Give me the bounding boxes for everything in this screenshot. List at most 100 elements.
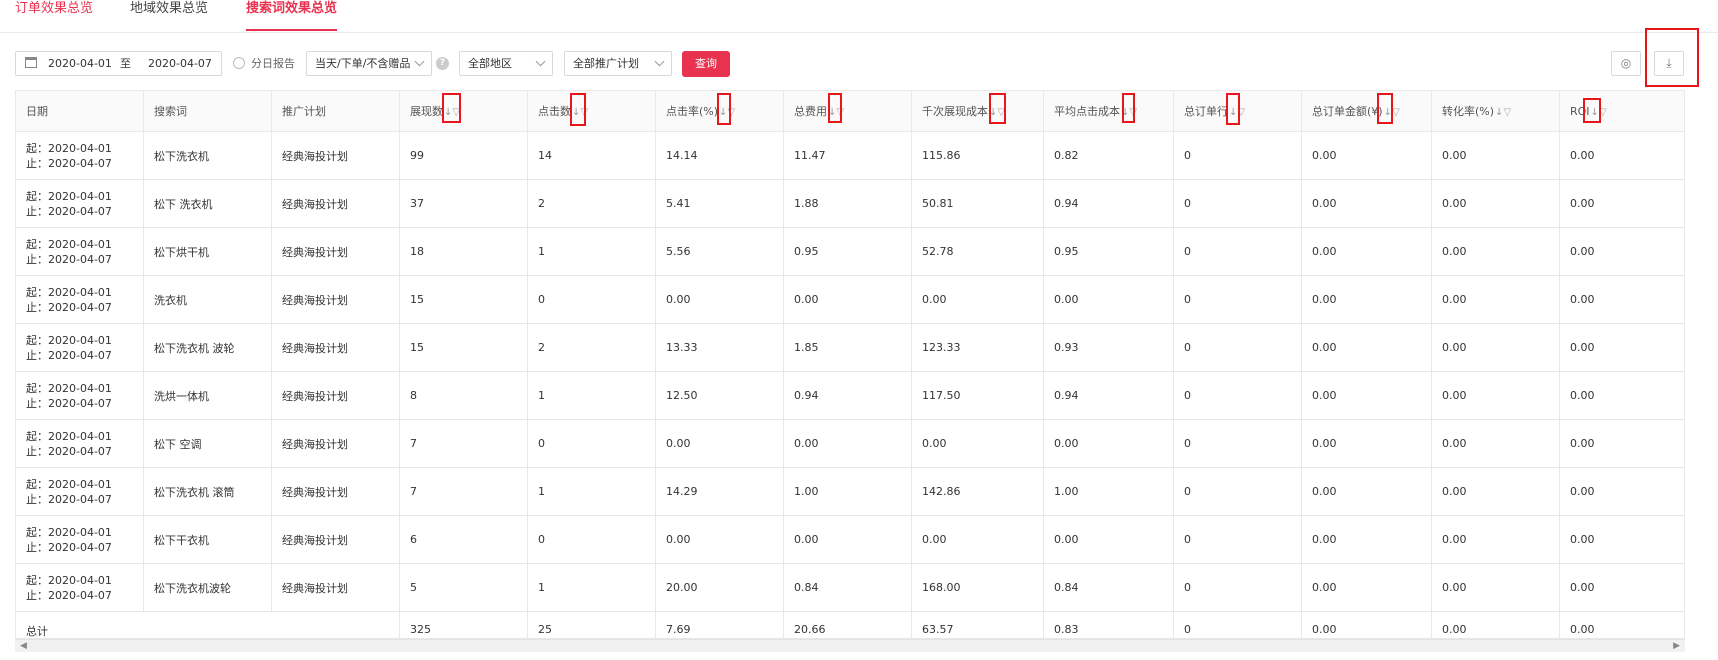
plan-value: 全部推广计划 bbox=[573, 57, 639, 70]
cell-total-cost: 0.84 bbox=[783, 563, 912, 612]
settings-icon[interactable]: ◎ bbox=[1611, 51, 1641, 76]
total-cpm: 63.57 bbox=[911, 611, 1044, 638]
table-row: 起：2020-04-01止：2020-04-07 松下干衣机 经典海投计划 6 0 0.0… bbox=[16, 515, 1684, 564]
chevron-down-icon bbox=[414, 56, 425, 67]
table-row: 起：2020-04-01止：2020-04-07 松下洗衣机 波轮 经典海投计划 15… bbox=[16, 323, 1684, 372]
cell-clicks: 14 bbox=[527, 131, 656, 180]
cell-cpc: 0.93 bbox=[1043, 323, 1174, 372]
cell-total-cost: 1.88 bbox=[783, 179, 912, 228]
col-header-roi[interactable]: ROI↓▽ bbox=[1559, 91, 1684, 132]
cell-total-cost: 0.00 bbox=[783, 419, 912, 468]
cell-order-amount: 0.00 bbox=[1301, 179, 1432, 228]
filter-icon[interactable]: ▽ bbox=[1237, 107, 1245, 118]
sort-icon[interactable]: ↓ bbox=[1384, 107, 1392, 118]
cell-cpc: 0.95 bbox=[1043, 227, 1174, 276]
cell-keyword: 松下洗衣机 bbox=[143, 131, 272, 180]
filter-icon[interactable]: ▽ bbox=[1599, 107, 1607, 118]
cell-cpm: 117.50 bbox=[911, 371, 1044, 420]
col-header-order-lines[interactable]: 总订单行↓▽ bbox=[1173, 91, 1302, 132]
table-row: 起：2020-04-01止：2020-04-07 洗衣机 经典海投计划 15 0 0.00… bbox=[16, 275, 1684, 324]
cell-plan: 经典海投计划 bbox=[271, 419, 400, 468]
col-header-cpm[interactable]: 千次展现成本↓▽ bbox=[911, 91, 1044, 132]
cell-cpc: 0.00 bbox=[1043, 515, 1174, 564]
plan-select[interactable]: 全部推广计划 bbox=[564, 51, 672, 76]
region-select[interactable]: 全部地区 bbox=[459, 51, 553, 76]
cell-date: 起：2020-04-01止：2020-04-07 bbox=[16, 371, 144, 420]
table-row: 起：2020-04-01止：2020-04-07 松下洗衣机 经典海投计划 99 14 1… bbox=[16, 131, 1684, 180]
cell-plan: 经典海投计划 bbox=[271, 275, 400, 324]
cell-order-lines: 0 bbox=[1173, 227, 1302, 276]
help-icon[interactable]: ? bbox=[436, 57, 449, 70]
cell-conversion: 0.00 bbox=[1431, 371, 1560, 420]
filter-icon[interactable]: ▽ bbox=[1503, 107, 1511, 118]
cell-impressions: 99 bbox=[399, 131, 528, 180]
cell-order-lines: 0 bbox=[1173, 371, 1302, 420]
scroll-left-icon[interactable]: ◀ bbox=[20, 641, 27, 651]
cell-total-cost: 1.00 bbox=[783, 467, 912, 516]
cell-order-lines: 0 bbox=[1173, 323, 1302, 372]
sort-icon[interactable]: ↓ bbox=[1591, 107, 1599, 118]
filter-icon[interactable]: ▽ bbox=[836, 107, 844, 118]
download-icon[interactable]: ⤓ bbox=[1654, 51, 1684, 76]
filter-icon[interactable]: ▽ bbox=[727, 107, 735, 118]
cell-cpm: 123.33 bbox=[911, 323, 1044, 372]
cell-order-lines: 0 bbox=[1173, 563, 1302, 612]
col-header-conversion[interactable]: 转化率(%)↓▽ bbox=[1431, 91, 1560, 132]
cell-roi: 0.00 bbox=[1559, 227, 1684, 276]
horizontal-scrollbar[interactable]: ◀ ▶ bbox=[15, 639, 1685, 652]
cell-keyword: 松下洗衣机 波轮 bbox=[143, 323, 272, 372]
cell-order-lines: 0 bbox=[1173, 467, 1302, 516]
table-row: 起：2020-04-01止：2020-04-07 松下洗衣机波轮 经典海投计划 5 1 2… bbox=[16, 563, 1684, 612]
cell-plan: 经典海投计划 bbox=[271, 131, 400, 180]
table-row: 起：2020-04-01止：2020-04-07 松下 洗衣机 经典海投计划 37 2 5… bbox=[16, 179, 1684, 228]
cell-date: 起：2020-04-01止：2020-04-07 bbox=[16, 323, 144, 372]
cell-keyword: 松下烘干机 bbox=[143, 227, 272, 276]
filter-icon[interactable]: ▽ bbox=[1129, 107, 1137, 118]
cell-plan: 经典海投计划 bbox=[271, 323, 400, 372]
cell-plan: 经典海投计划 bbox=[271, 515, 400, 564]
cell-order-amount: 0.00 bbox=[1301, 227, 1432, 276]
region-value: 全部地区 bbox=[468, 57, 512, 70]
col-header-total-cost[interactable]: 总费用↓▽ bbox=[783, 91, 912, 132]
scroll-right-icon[interactable]: ▶ bbox=[1673, 641, 1680, 651]
filter-icon[interactable]: ▽ bbox=[997, 107, 1005, 118]
cell-ctr: 14.14 bbox=[655, 131, 784, 180]
order-type-value: 当天/下单/不含赠品 bbox=[315, 57, 411, 70]
cell-impressions: 18 bbox=[399, 227, 528, 276]
daily-report-radio[interactable] bbox=[233, 57, 245, 69]
col-header-ctr[interactable]: 点击率(%)↓▽ bbox=[655, 91, 784, 132]
col-header-clicks[interactable]: 点击数↓▽ bbox=[527, 91, 656, 132]
cell-order-amount: 0.00 bbox=[1301, 131, 1432, 180]
filter-icon[interactable]: ▽ bbox=[1392, 107, 1400, 118]
calendar-icon bbox=[25, 57, 37, 68]
date-range-picker[interactable]: 2020-04-01 至 2020-04-07 bbox=[15, 51, 222, 76]
cell-order-amount: 0.00 bbox=[1301, 467, 1432, 516]
cell-cpc: 0.00 bbox=[1043, 419, 1174, 468]
table-header-row: 日期 搜索词 推广计划 展现数↓▽ 点击数↓▽ 点击率(%)↓▽ 总费用↓▽ 千… bbox=[16, 91, 1684, 132]
total-conversion: 0.00 bbox=[1431, 611, 1560, 638]
filter-icon[interactable]: ▽ bbox=[452, 107, 460, 118]
chevron-down-icon bbox=[654, 56, 665, 67]
col-header-cpc[interactable]: 平均点击成本↓▽ bbox=[1043, 91, 1174, 132]
col-header-order-amount[interactable]: 总订单金额(¥)↓▽ bbox=[1301, 91, 1432, 132]
cell-keyword: 松下 空调 bbox=[143, 419, 272, 468]
query-button[interactable]: 查询 bbox=[682, 51, 730, 77]
total-order-amount: 0.00 bbox=[1301, 611, 1432, 638]
table-row: 起：2020-04-01止：2020-04-07 洗烘一体机 经典海投计划 8 1 12.… bbox=[16, 371, 1684, 420]
cell-total-cost: 1.85 bbox=[783, 323, 912, 372]
end-date: 2020-04-07 bbox=[148, 57, 212, 70]
cell-roi: 0.00 bbox=[1559, 515, 1684, 564]
cell-order-amount: 0.00 bbox=[1301, 515, 1432, 564]
cell-total-cost: 11.47 bbox=[783, 131, 912, 180]
cell-roi: 0.00 bbox=[1559, 371, 1684, 420]
col-header-impressions[interactable]: 展现数↓▽ bbox=[399, 91, 528, 132]
cell-impressions: 6 bbox=[399, 515, 528, 564]
col-header-plan: 推广计划 bbox=[271, 91, 400, 132]
cell-order-lines: 0 bbox=[1173, 419, 1302, 468]
cell-ctr: 0.00 bbox=[655, 275, 784, 324]
cell-date: 起：2020-04-01止：2020-04-07 bbox=[16, 563, 144, 612]
cell-conversion: 0.00 bbox=[1431, 467, 1560, 516]
order-type-select[interactable]: 当天/下单/不含赠品 bbox=[306, 51, 432, 76]
cell-date: 起：2020-04-01止：2020-04-07 bbox=[16, 227, 144, 276]
filter-icon[interactable]: ▽ bbox=[580, 107, 588, 118]
